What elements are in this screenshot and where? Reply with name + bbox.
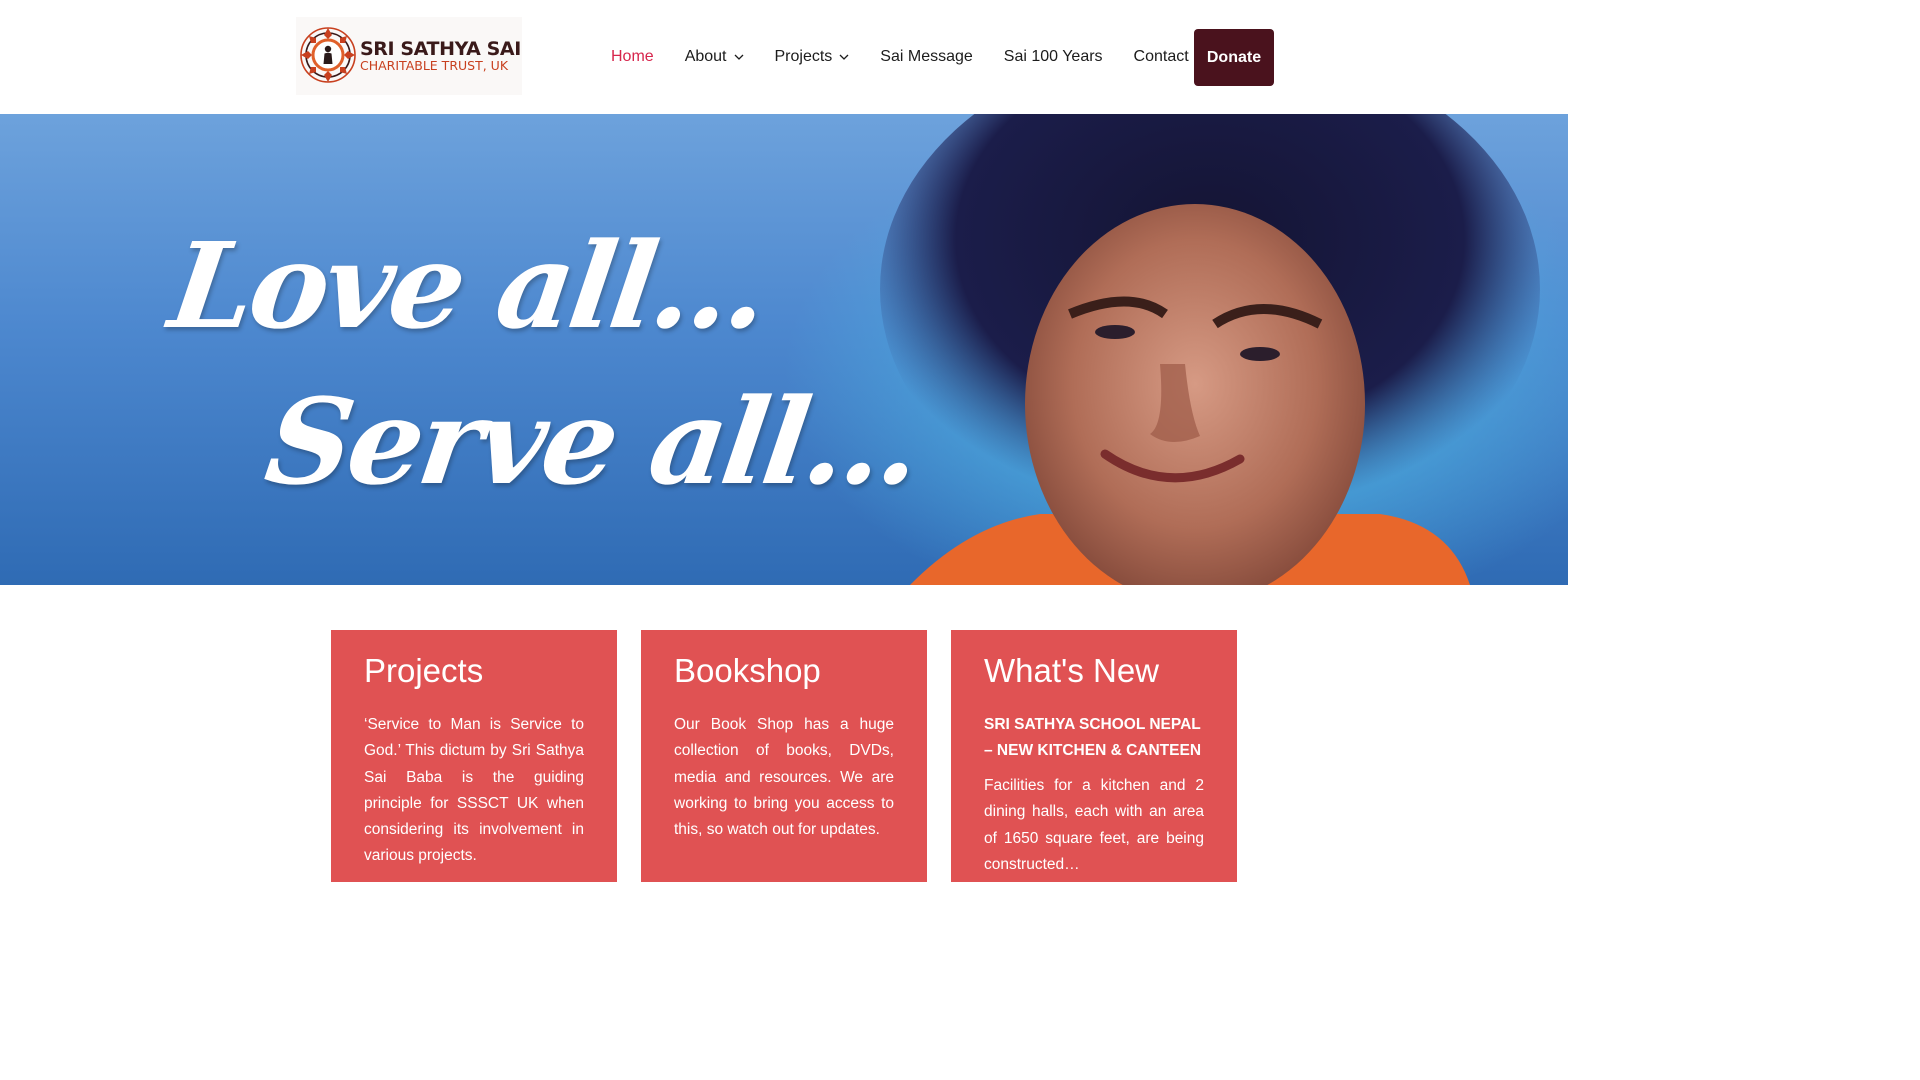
hero-tagline-line1: Love all...	[162, 216, 774, 355]
nav-item-label: About	[684, 48, 727, 65]
nav-item-sai-message[interactable]: Sai Message	[880, 48, 973, 66]
nav-item-label: Sai 100 Years	[1003, 48, 1103, 65]
lotus-emblem-icon	[300, 27, 356, 83]
nav-item-about[interactable]: About	[685, 48, 744, 66]
nav-item-label: Home	[611, 48, 654, 65]
logo-title: SRI SATHYA SAI	[360, 38, 521, 60]
bookshop-card[interactable]: Bookshop Our Book Shop has a huge collec…	[641, 630, 927, 882]
card-body: ‘Service to Man is Service to God.’ This…	[364, 716, 584, 865]
card-body: Facilities for a kitchen and 2 dining ha…	[984, 777, 1204, 873]
site-logo[interactable]: SRI SATHYA SAI CHARITABLE TRUST, UK	[296, 17, 522, 95]
chevron-down-icon	[839, 54, 849, 60]
card-title: Projects	[364, 652, 484, 689]
nav-item-contact[interactable]: Contact	[1134, 48, 1189, 66]
news-headline-link[interactable]: SRI SATHYA SCHOOL NEPAL – NEW KITCHEN & …	[984, 712, 1204, 764]
card-title: What's New	[984, 652, 1160, 689]
portrait-image	[880, 114, 1540, 585]
chevron-down-icon	[734, 54, 743, 60]
hero-tagline-line2: Serve all...	[258, 372, 927, 511]
nav-item-label: Projects	[774, 48, 833, 65]
site-header: SRI SATHYA SAI CHARITABLE TRUST, UK Home…	[0, 0, 1568, 114]
nav-item-sai-100-years[interactable]: Sai 100 Years	[1004, 48, 1103, 66]
nav-item-projects[interactable]: Projects	[775, 48, 850, 66]
card-body: Our Book Shop has a huge collection of b…	[674, 716, 894, 839]
nav-item-home[interactable]: Home	[611, 48, 654, 66]
nav-item-label: Sai Message	[880, 48, 973, 65]
projects-card[interactable]: Projects ‘Service to Man is Service to G…	[331, 630, 617, 882]
card-title: Bookshop	[674, 652, 821, 689]
whats-new-card[interactable]: What's New SRI SATHYA SCHOOL NEPAL – NEW…	[951, 630, 1237, 882]
main-nav: Home About Projects Sai Message Sai 100 …	[596, 29, 1220, 85]
donate-button[interactable]: Donate	[1194, 29, 1274, 86]
nav-item-label: Contact	[1133, 48, 1189, 65]
hero-banner: Love all... Serve all...	[0, 114, 1568, 585]
logo-subtitle: CHARITABLE TRUST, UK	[360, 58, 509, 73]
